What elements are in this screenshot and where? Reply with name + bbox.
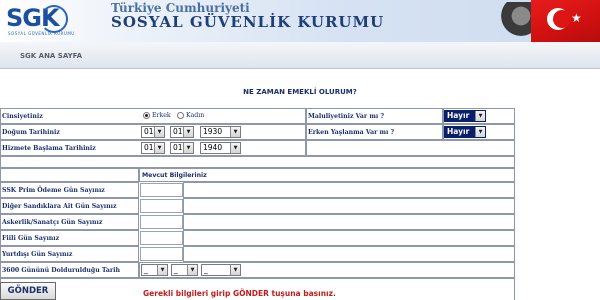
- gender-option-female: Kadın: [186, 112, 205, 119]
- service-year-value: 1940: [203, 143, 223, 152]
- chevron-down-icon: ▼: [157, 265, 167, 275]
- other-funds-days-input[interactable]: [140, 199, 183, 213]
- completion-month-value: _: [174, 265, 178, 274]
- early-aging-select[interactable]: Hayır ▼: [444, 126, 486, 138]
- completion-year-value: _: [204, 265, 208, 274]
- home-link[interactable]: SGK ANA SAYFA: [20, 52, 82, 60]
- empty-cell: [306, 140, 515, 156]
- completion-day-select[interactable]: _ ▼: [141, 264, 168, 276]
- birth-month-value: 01: [173, 127, 183, 136]
- chevron-down-icon: ▼: [230, 265, 240, 275]
- gender-radio-male[interactable]: [143, 112, 150, 119]
- field-row-empty: [183, 182, 515, 198]
- chevron-down-icon: ▼: [230, 143, 240, 153]
- institution-title: SOSYAL GÜVENLİK KURUMU: [111, 13, 385, 31]
- service-year-select[interactable]: 1940 ▼: [200, 142, 241, 154]
- logo-ring-icon: [40, 5, 68, 33]
- turkish-flag-icon: ★: [531, 0, 600, 42]
- chevron-down-icon: ▼: [475, 111, 485, 121]
- header-banner: SGK SOSYAL GÜVENLİK KURUMU Türkiye Cumhu…: [0, 0, 600, 42]
- chevron-down-icon: ▼: [183, 143, 193, 153]
- birth-month-select[interactable]: 01 ▼: [170, 126, 194, 138]
- birth-year-value: 1930: [203, 127, 223, 136]
- chevron-down-icon: ▼: [475, 127, 485, 137]
- sgk-logo-subtext: SOSYAL GÜVENLİK KURUMU: [8, 31, 75, 36]
- chevron-down-icon: ▼: [187, 265, 197, 275]
- field-row-empty: [183, 230, 515, 246]
- flag-star-icon: ★: [571, 11, 582, 25]
- disability-label: Maluliyetiniz Var mı ?: [308, 113, 384, 120]
- chevron-down-icon: ▼: [230, 127, 240, 137]
- early-aging-select-value: Hayır: [447, 127, 470, 136]
- early-aging-label: Erken Yaşlanma Var mı ?: [308, 129, 395, 136]
- disability-select[interactable]: Hayır ▼: [444, 110, 486, 122]
- field-row-empty: [183, 214, 515, 230]
- completion-year-select[interactable]: _ ▼: [201, 264, 241, 276]
- military-days-label: Askerlik/Sanatçı Gün Sayınız: [2, 219, 103, 226]
- gender-label: Cinsiyetiniz: [2, 113, 43, 120]
- birth-date-label: Doğum Tarihiniz: [2, 129, 60, 136]
- ssk-days-input[interactable]: [140, 183, 183, 197]
- completion-date-label: 3600 Gününü Doldurulduğu Tarih: [2, 267, 121, 274]
- service-start-label: Hizmete Başlama Tarihiniz: [2, 145, 96, 152]
- flag-crescent-cutout: [553, 10, 571, 28]
- completion-month-select[interactable]: _ ▼: [171, 264, 198, 276]
- ssk-days-label: SSK Prim Ödeme Gün Sayınız: [2, 187, 105, 194]
- birth-day-value: 01: [144, 127, 154, 136]
- service-day-value: 01: [144, 143, 154, 152]
- actual-days-input[interactable]: [140, 231, 183, 245]
- military-days-input[interactable]: [140, 215, 183, 229]
- chevron-down-icon: ▼: [183, 127, 193, 137]
- chevron-down-icon: ▼: [154, 127, 164, 137]
- status-message: Gerekli bilgileri girip GÖNDER tuşuna ba…: [143, 289, 336, 298]
- spacer-row: [0, 156, 515, 168]
- gender-radio-female[interactable]: [177, 112, 184, 119]
- other-funds-days-label: Diğer Sandıklara Ait Gün Sayınız: [2, 203, 117, 210]
- disability-select-value: Hayır: [447, 111, 470, 120]
- completion-day-value: _: [144, 265, 148, 274]
- section-left-cell: [0, 168, 139, 182]
- abroad-days-input[interactable]: [140, 247, 183, 261]
- page-title: NE ZAMAN EMEKLİ OLURUM?: [243, 88, 357, 96]
- service-day-select[interactable]: 01 ▼: [141, 142, 165, 154]
- service-month-value: 01: [173, 143, 183, 152]
- field-row-empty: [183, 198, 515, 214]
- submit-button[interactable]: GÖNDER: [0, 282, 56, 300]
- chevron-down-icon: ▼: [154, 143, 164, 153]
- service-month-select[interactable]: 01 ▼: [170, 142, 194, 154]
- section-title: Mevcut Bilgileriniz: [142, 172, 207, 179]
- birth-year-select[interactable]: 1930 ▼: [200, 126, 241, 138]
- actual-days-label: Fiili Gün Sayınız: [2, 235, 60, 242]
- abroad-days-label: Yurtdışı Gün Sayınız: [2, 251, 73, 258]
- field-row-empty: [183, 246, 515, 262]
- birth-day-select[interactable]: 01 ▼: [141, 126, 165, 138]
- gender-option-male: Erkek: [152, 112, 171, 119]
- navigation-bar: SGK ANA SAYFA: [0, 42, 600, 69]
